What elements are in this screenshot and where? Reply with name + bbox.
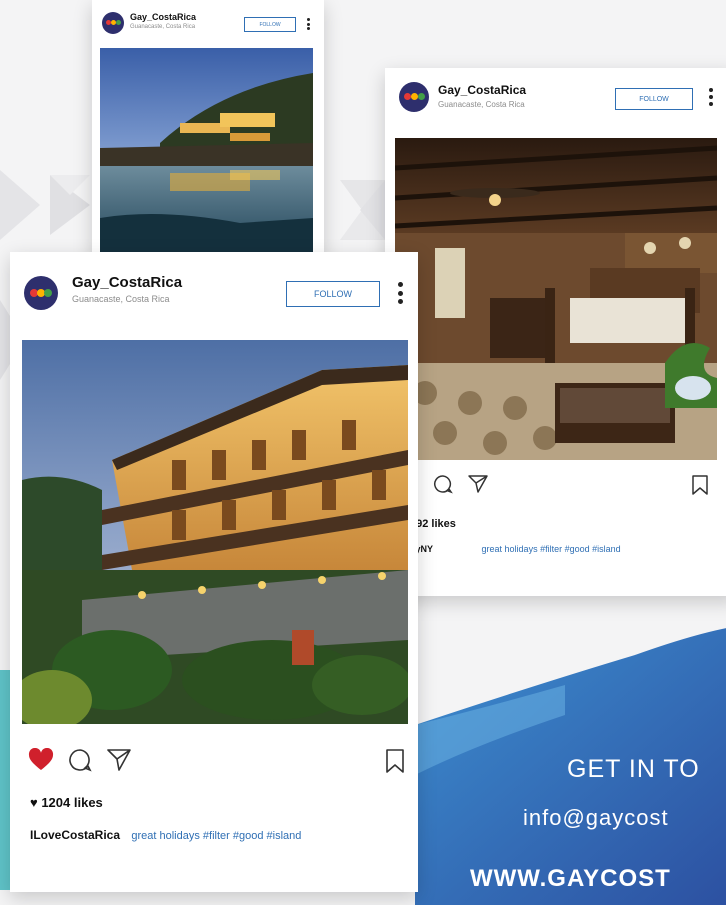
follow-button[interactable]: FOLLOW [286,281,380,307]
share-icon[interactable] [106,748,132,772]
avatar[interactable] [102,12,124,34]
post-photo[interactable] [395,138,717,460]
post-card-small: Gay_CostaRica Guanacaste, Costa Rica FOL… [92,0,324,258]
username[interactable]: Gay_CostaRica [438,83,526,97]
comment-icon[interactable] [68,748,92,772]
share-icon[interactable] [467,474,489,494]
contact-heading: GET IN TO [567,755,700,783]
post-card-right: Gay_CostaRica Guanacaste, Costa Rica FOL… [385,68,726,596]
location: Guanacaste, Costa Rica [72,294,170,304]
more-icon[interactable] [307,18,310,30]
comment: ILoveCostaRica great holidays #filter #g… [30,828,301,842]
contact-email[interactable]: info@gaycost [523,805,669,831]
contact-website[interactable]: WWW.GAYCOST [470,865,671,893]
location: Guanacaste, Costa Rica [438,100,525,109]
post-photo[interactable] [100,48,313,253]
comment-text: great holidays #filter #good #island [131,830,302,842]
comment-icon[interactable] [433,474,453,494]
post-photo[interactable] [22,340,408,724]
follow-button[interactable]: FOLLOW [244,17,296,32]
avatar[interactable] [24,276,58,310]
username[interactable]: Gay_CostaRica [72,274,182,291]
heart-icon[interactable] [28,748,54,772]
location: Guanacaste, Costa Rica [130,24,196,30]
post-card-main: Gay_CostaRica Guanacaste, Costa Rica FOL… [10,252,418,892]
avatar[interactable] [399,82,429,112]
more-icon[interactable] [398,282,403,304]
comment-user[interactable]: ILoveCostaRica [30,828,120,842]
more-icon[interactable] [709,88,713,106]
comment: pyNY great holidays #filter #good #islan… [410,544,621,554]
likes-count: ♥ 1204 likes [30,795,103,810]
username[interactable]: Gay_CostaRica [130,12,196,22]
bookmark-icon[interactable] [691,474,709,496]
comment-text: great holidays #filter #good #island [481,544,621,554]
contact-panel: GET IN TO info@gaycost WWW.GAYCOST [415,615,726,905]
follow-button[interactable]: FOLLOW [615,88,693,110]
bookmark-icon[interactable] [385,748,405,774]
